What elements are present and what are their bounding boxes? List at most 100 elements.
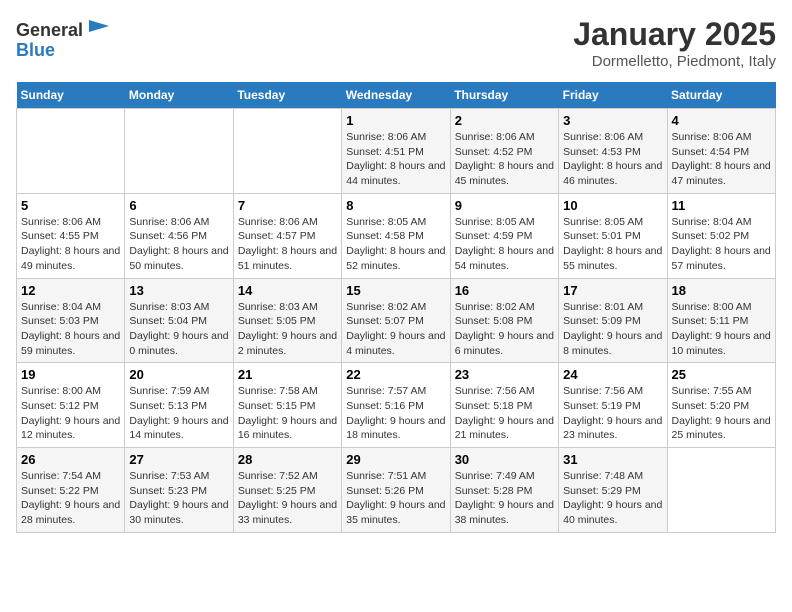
week-row-5: 26 Sunrise: 7:54 AM Sunset: 5:22 PM Dayli… xyxy=(17,448,776,533)
day-number: 8 xyxy=(346,198,445,213)
calendar-cell: 27 Sunrise: 7:53 AM Sunset: 5:23 PM Dayli… xyxy=(125,448,233,533)
header-day-tuesday: Tuesday xyxy=(233,82,341,109)
calendar-cell xyxy=(667,448,775,533)
calendar-cell: 14 Sunrise: 8:03 AM Sunset: 5:05 PM Dayli… xyxy=(233,278,341,363)
calendar-cell: 15 Sunrise: 8:02 AM Sunset: 5:07 PM Dayli… xyxy=(342,278,450,363)
day-info: Sunrise: 8:02 AM Sunset: 5:08 PM Dayligh… xyxy=(455,300,554,359)
day-info: Sunrise: 8:04 AM Sunset: 5:03 PM Dayligh… xyxy=(21,300,120,359)
calendar-cell: 9 Sunrise: 8:05 AM Sunset: 4:59 PM Daylig… xyxy=(450,193,558,278)
calendar-cell: 23Sunrise: 7:56 AM Sunset: 5:18 PM Dayli… xyxy=(450,363,558,448)
day-number: 1 xyxy=(346,113,445,128)
day-info: Sunrise: 8:03 AM Sunset: 5:05 PM Dayligh… xyxy=(238,300,337,359)
calendar-body: 1 Sunrise: 8:06 AM Sunset: 4:51 PM Daylig… xyxy=(17,109,776,533)
calendar-cell: 19Sunrise: 8:00 AM Sunset: 5:12 PM Dayli… xyxy=(17,363,125,448)
calendar-cell: 22Sunrise: 7:57 AM Sunset: 5:16 PM Dayli… xyxy=(342,363,450,448)
calendar-cell: 24 Sunrise: 7:56 AM Sunset: 5:19 PM Dayli… xyxy=(559,363,667,448)
calendar-cell: 3 Sunrise: 8:06 AM Sunset: 4:53 PM Daylig… xyxy=(559,109,667,194)
calendar-cell xyxy=(17,109,125,194)
day-info: Sunrise: 7:54 AM Sunset: 5:22 PM Dayligh… xyxy=(21,469,120,528)
day-info: Sunrise: 8:01 AM Sunset: 5:09 PM Dayligh… xyxy=(563,300,662,359)
calendar-cell: 10 Sunrise: 8:05 AM Sunset: 5:01 PM Dayli… xyxy=(559,193,667,278)
day-info: Sunrise: 7:49 AM Sunset: 5:28 PM Dayligh… xyxy=(455,469,554,528)
day-info: Sunrise: 7:58 AM Sunset: 5:15 PM Dayligh… xyxy=(238,384,337,443)
day-info: Sunrise: 8:05 AM Sunset: 4:58 PM Dayligh… xyxy=(346,215,445,274)
day-info: Sunrise: 7:52 AM Sunset: 5:25 PM Dayligh… xyxy=(238,469,337,528)
calendar-cell: 11Sunrise: 8:04 AM Sunset: 5:02 PM Dayli… xyxy=(667,193,775,278)
calendar-cell: 25 Sunrise: 7:55 AM Sunset: 5:20 PM Dayli… xyxy=(667,363,775,448)
day-info: Sunrise: 8:02 AM Sunset: 5:07 PM Dayligh… xyxy=(346,300,445,359)
day-number: 23 xyxy=(455,367,554,382)
header-row: SundayMondayTuesdayWednesdayThursdayFrid… xyxy=(17,82,776,109)
calendar-cell: 29 Sunrise: 7:51 AM Sunset: 5:26 PM Dayli… xyxy=(342,448,450,533)
day-info: Sunrise: 8:05 AM Sunset: 4:59 PM Dayligh… xyxy=(455,215,554,274)
calendar-cell: 21 Sunrise: 7:58 AM Sunset: 5:15 PM Dayli… xyxy=(233,363,341,448)
day-number: 21 xyxy=(238,367,337,382)
logo-general-text: General xyxy=(16,20,83,41)
day-number: 31 xyxy=(563,452,662,467)
day-number: 10 xyxy=(563,198,662,213)
calendar-cell: 28 Sunrise: 7:52 AM Sunset: 5:25 PM Dayli… xyxy=(233,448,341,533)
day-number: 9 xyxy=(455,198,554,213)
page-header: General Blue January 2025 Dormelletto, P… xyxy=(16,16,776,70)
day-number: 14 xyxy=(238,283,337,298)
day-number: 6 xyxy=(129,198,228,213)
day-number: 13 xyxy=(129,283,228,298)
day-info: Sunrise: 8:06 AM Sunset: 4:52 PM Dayligh… xyxy=(455,130,554,189)
day-info: Sunrise: 8:06 AM Sunset: 4:55 PM Dayligh… xyxy=(21,215,120,274)
header-day-monday: Monday xyxy=(125,82,233,109)
calendar-cell: 6 Sunrise: 8:06 AM Sunset: 4:56 PM Daylig… xyxy=(125,193,233,278)
calendar-cell: 8 Sunrise: 8:05 AM Sunset: 4:58 PM Daylig… xyxy=(342,193,450,278)
day-info: Sunrise: 8:00 AM Sunset: 5:12 PM Dayligh… xyxy=(21,384,120,443)
day-number: 25 xyxy=(672,367,771,382)
day-number: 15 xyxy=(346,283,445,298)
day-info: Sunrise: 7:59 AM Sunset: 5:13 PM Dayligh… xyxy=(129,384,228,443)
day-info: Sunrise: 7:57 AM Sunset: 5:16 PM Dayligh… xyxy=(346,384,445,443)
header-day-thursday: Thursday xyxy=(450,82,558,109)
calendar-cell xyxy=(233,109,341,194)
day-number: 7 xyxy=(238,198,337,213)
calendar-cell: 30 Sunrise: 7:49 AM Sunset: 5:28 PM Dayli… xyxy=(450,448,558,533)
day-number: 2 xyxy=(455,113,554,128)
day-number: 29 xyxy=(346,452,445,467)
day-number: 24 xyxy=(563,367,662,382)
day-info: Sunrise: 8:00 AM Sunset: 5:11 PM Dayligh… xyxy=(672,300,771,359)
day-info: Sunrise: 8:06 AM Sunset: 4:54 PM Dayligh… xyxy=(672,130,771,189)
day-info: Sunrise: 7:55 AM Sunset: 5:20 PM Dayligh… xyxy=(672,384,771,443)
header-day-friday: Friday xyxy=(559,82,667,109)
day-number: 20 xyxy=(129,367,228,382)
day-info: Sunrise: 8:03 AM Sunset: 5:04 PM Dayligh… xyxy=(129,300,228,359)
main-title: January 2025 xyxy=(573,16,776,53)
title-block: January 2025 Dormelletto, Piedmont, Ital… xyxy=(573,16,776,70)
logo-flag-icon xyxy=(85,16,113,44)
day-number: 11 xyxy=(672,198,771,213)
header-day-sunday: Sunday xyxy=(17,82,125,109)
day-info: Sunrise: 7:53 AM Sunset: 5:23 PM Dayligh… xyxy=(129,469,228,528)
week-row-1: 1 Sunrise: 8:06 AM Sunset: 4:51 PM Daylig… xyxy=(17,109,776,194)
day-info: Sunrise: 8:06 AM Sunset: 4:51 PM Dayligh… xyxy=(346,130,445,189)
calendar-cell: 16 Sunrise: 8:02 AM Sunset: 5:08 PM Dayli… xyxy=(450,278,558,363)
calendar-header: SundayMondayTuesdayWednesdayThursdayFrid… xyxy=(17,82,776,109)
day-number: 30 xyxy=(455,452,554,467)
day-number: 28 xyxy=(238,452,337,467)
calendar-cell: 2 Sunrise: 8:06 AM Sunset: 4:52 PM Daylig… xyxy=(450,109,558,194)
header-day-wednesday: Wednesday xyxy=(342,82,450,109)
calendar-cell: 1 Sunrise: 8:06 AM Sunset: 4:51 PM Daylig… xyxy=(342,109,450,194)
week-row-3: 12 Sunrise: 8:04 AM Sunset: 5:03 PM Dayli… xyxy=(17,278,776,363)
day-number: 12 xyxy=(21,283,120,298)
day-info: Sunrise: 7:56 AM Sunset: 5:19 PM Dayligh… xyxy=(563,384,662,443)
calendar-cell: 7 Sunrise: 8:06 AM Sunset: 4:57 PM Daylig… xyxy=(233,193,341,278)
calendar-cell: 5Sunrise: 8:06 AM Sunset: 4:55 PM Daylig… xyxy=(17,193,125,278)
day-number: 27 xyxy=(129,452,228,467)
logo: General Blue xyxy=(16,16,113,61)
day-info: Sunrise: 8:06 AM Sunset: 4:53 PM Dayligh… xyxy=(563,130,662,189)
day-number: 16 xyxy=(455,283,554,298)
day-info: Sunrise: 8:06 AM Sunset: 4:56 PM Dayligh… xyxy=(129,215,228,274)
day-info: Sunrise: 8:05 AM Sunset: 5:01 PM Dayligh… xyxy=(563,215,662,274)
day-info: Sunrise: 7:51 AM Sunset: 5:26 PM Dayligh… xyxy=(346,469,445,528)
header-day-saturday: Saturday xyxy=(667,82,775,109)
day-info: Sunrise: 8:06 AM Sunset: 4:57 PM Dayligh… xyxy=(238,215,337,274)
day-number: 26 xyxy=(21,452,120,467)
calendar-cell: 20 Sunrise: 7:59 AM Sunset: 5:13 PM Dayli… xyxy=(125,363,233,448)
day-number: 3 xyxy=(563,113,662,128)
day-number: 18 xyxy=(672,283,771,298)
